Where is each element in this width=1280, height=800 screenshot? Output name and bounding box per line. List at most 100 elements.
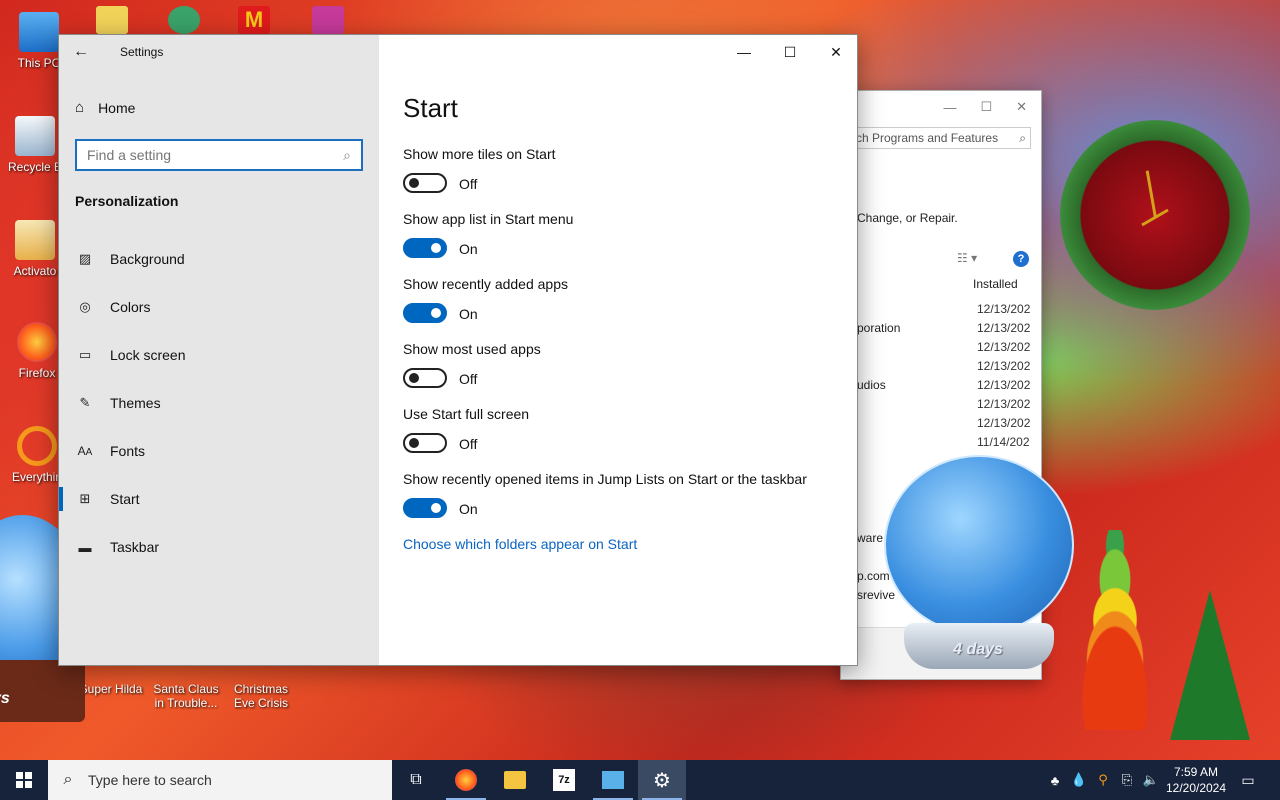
toggle-jump-lists[interactable] [403,498,447,518]
settings-gear-icon[interactable]: ⚙ [638,760,686,800]
close-icon[interactable]: ✕ [1016,99,1027,115]
desktop-icon-label: Santa Claus in Trouble... [153,682,219,710]
system-clock[interactable]: 7:59 AM 12/20/2024 [1160,764,1232,796]
minimize-icon[interactable]: — [729,41,759,63]
toggle-state: Off [459,436,478,452]
option-label: Show recently opened items in Jump Lists… [403,471,807,487]
nav-item-label: Fonts [110,443,146,459]
search-everything-icon[interactable]: ⚲ [1092,760,1114,800]
recycle-bin-icon [15,116,55,156]
toggle-state: On [459,501,478,517]
picture-icon: ▨ [78,251,92,266]
page-title: Start [403,93,458,123]
option-label: Show more tiles on Start [403,146,556,162]
desktop-icon-label: Firefox [18,366,56,380]
file-explorer-icon[interactable] [491,760,539,800]
nav-item-label: Taskbar [110,539,160,555]
toggle-full-screen[interactable] [403,433,447,453]
desktop-icon-label: Christmas Eve Crisis [233,682,288,710]
desktop-icon-label: Activato [13,264,57,278]
close-icon[interactable]: ✕ [821,41,851,63]
nav-item-label: Colors [110,299,151,315]
row-name: poration [857,321,901,335]
choose-folders-link[interactable]: Choose which folders appear on Start [403,536,637,552]
row-date: 12/13/202 [977,321,1031,335]
nav-item-colors[interactable]: ◎ Colors [59,285,379,329]
notification-center-icon[interactable]: ▭ [1234,760,1262,800]
home-icon: ⌂ [75,99,85,116]
row-date: 12/13/202 [977,397,1031,411]
nav-item-label: Lock screen [110,347,186,363]
bg-description: Change, or Repair. [857,211,958,225]
settings-window[interactable]: ← Settings ⌂ Home ⌕ Personalization ▨ Ba… [58,34,858,666]
clock-date: 12/20/2024 [1165,781,1227,795]
font-icon: AA [77,444,93,458]
game-icon-4[interactable] [312,6,344,34]
row-date: 12/13/202 [977,378,1031,392]
game-icon-3[interactable]: M [238,6,270,34]
nav-item-label: Background [110,251,185,267]
home-nav-item[interactable]: ⌂ Home [75,99,135,116]
control-panel-icon[interactable] [589,760,637,800]
toggle-state: On [459,241,478,257]
task-view-icon[interactable]: ⧉ [392,760,440,800]
activator-icon [15,220,55,260]
computer-icon [19,12,59,52]
7zip-icon[interactable]: 7z [540,760,588,800]
search-icon: ⌕ [1019,131,1026,145]
snow-globe-badge-text: ys [0,690,10,707]
clock-time: 7:59 AM [1173,765,1219,779]
row-name: udios [857,378,886,392]
search-input[interactable] [87,147,327,163]
spiral-tree-decoration [1040,530,1190,730]
lock-screen-icon: ▭ [78,347,92,362]
palette-icon: ◎ [79,299,91,314]
people-icon[interactable]: ♣ [1044,760,1066,800]
toggle-most-used[interactable] [403,368,447,388]
toggle-recently-added[interactable] [403,303,447,323]
maximize-icon[interactable]: ☐ [775,41,805,63]
option-label: Show recently added apps [403,276,568,292]
toggle-app-list[interactable] [403,238,447,258]
game-icon-2[interactable] [168,6,200,34]
nav-item-taskbar[interactable]: ▬ Taskbar [59,525,379,569]
nav-item-background[interactable]: ▨ Background [59,237,379,281]
network-icon[interactable]: ⎘ [1116,760,1138,800]
back-arrow-icon[interactable]: ← [73,43,93,61]
firefox-icon[interactable] [442,760,490,800]
find-setting-search[interactable]: ⌕ [75,139,363,171]
toggle-state: Off [459,371,478,387]
view-options-icon[interactable]: ☷ ▾ [957,251,977,265]
christmas-tree-decoration [1170,590,1250,740]
bg-search-text: ch Programs and Features [856,131,999,145]
nav-item-lock-screen[interactable]: ▭ Lock screen [59,333,379,377]
row-date: 11/14/202 [977,435,1030,449]
magnifier-icon [17,426,57,466]
row-date: 12/13/202 [977,340,1031,354]
desktop-icon-label: Super Hilda [79,682,143,696]
taskbar: ⌕ Type here to search ⧉ 7z ⚙ ♣ 💧 ⚲ ⎘ 🔈 7… [0,760,1280,800]
minimize-icon[interactable]: — [943,100,956,115]
help-icon[interactable]: ? [1013,251,1029,267]
firefox-icon [17,322,57,362]
start-button[interactable] [0,760,48,800]
taskbar-search[interactable]: ⌕ Type here to search [48,760,392,800]
maximize-icon[interactable]: ☐ [980,99,992,115]
taskbar-search-placeholder: Type here to search [88,772,212,788]
nav-item-start[interactable]: ⊞ Start [59,477,379,521]
nav-item-themes[interactable]: ✎ Themes [59,381,379,425]
row-date: 12/13/202 [977,302,1031,316]
bg-search-box[interactable]: ch Programs and Features ⌕ [851,127,1031,149]
nav-item-label: Themes [110,395,161,411]
volume-muted-icon[interactable]: 🔈 [1140,760,1162,800]
column-header-installed[interactable]: Installed [973,277,1018,291]
settings-sidebar: ← Settings ⌂ Home ⌕ Personalization ▨ Ba… [59,35,379,665]
toggle-more-tiles[interactable] [403,173,447,193]
clock-hand [1145,170,1157,219]
water-drop-icon[interactable]: 💧 [1068,760,1090,800]
game-icon-1[interactable] [96,6,128,34]
toggle-state: On [459,306,478,322]
toggle-state: Off [459,176,478,192]
nav-item-fonts[interactable]: AA Fonts [59,429,379,473]
taskbar-icon: ▬ [78,539,92,555]
